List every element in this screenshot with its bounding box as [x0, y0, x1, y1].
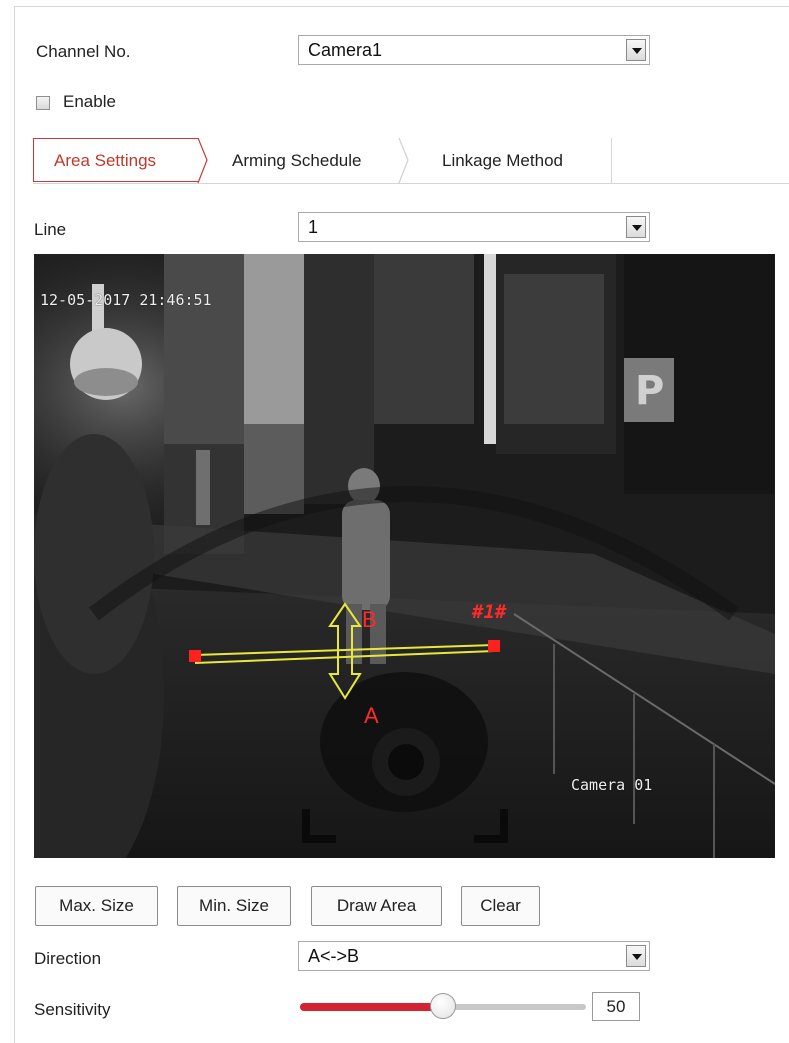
osd-camera-name: Camera 01	[571, 776, 653, 794]
sensitivity-slider-handle[interactable]	[430, 993, 456, 1019]
draw-area-button[interactable]: Draw Area	[311, 886, 442, 926]
chevron-down-icon[interactable]	[626, 216, 646, 238]
tab-area-settings[interactable]: Area Settings	[33, 138, 208, 184]
min-size-button[interactable]: Min. Size	[177, 886, 291, 926]
chevron-down-icon[interactable]	[626, 39, 646, 61]
tab-right-border	[611, 138, 612, 183]
tab-linkage-method-label: Linkage Method	[442, 151, 563, 170]
svg-text:P: P	[635, 368, 664, 414]
sensitivity-value-input[interactable]: 50	[592, 992, 640, 1021]
tab-arming-schedule[interactable]: Arming Schedule	[208, 138, 418, 184]
line-select-value: 1	[308, 217, 319, 237]
line-select[interactable]: 1	[298, 212, 650, 242]
tab-area-settings-label: Area Settings	[54, 151, 157, 170]
panel-top-border	[14, 6, 789, 7]
sensitivity-label: Sensitivity	[34, 1000, 111, 1019]
line-label: Line	[34, 220, 67, 239]
video-scene: P	[34, 254, 775, 858]
max-size-button[interactable]: Max. Size	[35, 886, 158, 926]
channel-select[interactable]: Camera1	[298, 35, 650, 65]
sensitivity-slider-fill	[300, 1003, 443, 1011]
clear-button[interactable]: Clear	[461, 886, 540, 926]
direction-select[interactable]: A<->B	[298, 941, 650, 971]
tab-linkage-method[interactable]: Linkage Method	[418, 138, 612, 184]
direction-label-b: B	[362, 607, 377, 632]
panel-left-border	[14, 6, 15, 1043]
tab-arming-schedule-label: Arming Schedule	[232, 151, 362, 170]
channel-select-value: Camera1	[308, 40, 383, 60]
osd-timestamp: 12-05-2017 21:46:51	[40, 291, 212, 309]
chevron-down-icon[interactable]	[626, 945, 646, 967]
tab-separator-icon	[398, 138, 409, 184]
video-preview[interactable]: P 12-05-2017 21:46:51 Camera 01 B A #1#	[34, 254, 775, 858]
channel-label: Channel No.	[36, 42, 131, 61]
enable-label: Enable	[63, 92, 116, 111]
enable-checkbox[interactable]	[36, 96, 50, 110]
direction-label: Direction	[34, 949, 102, 968]
direction-select-value: A<->B	[308, 946, 360, 966]
direction-label-a: A	[364, 703, 379, 728]
line-id-label: #1#	[472, 601, 507, 623]
